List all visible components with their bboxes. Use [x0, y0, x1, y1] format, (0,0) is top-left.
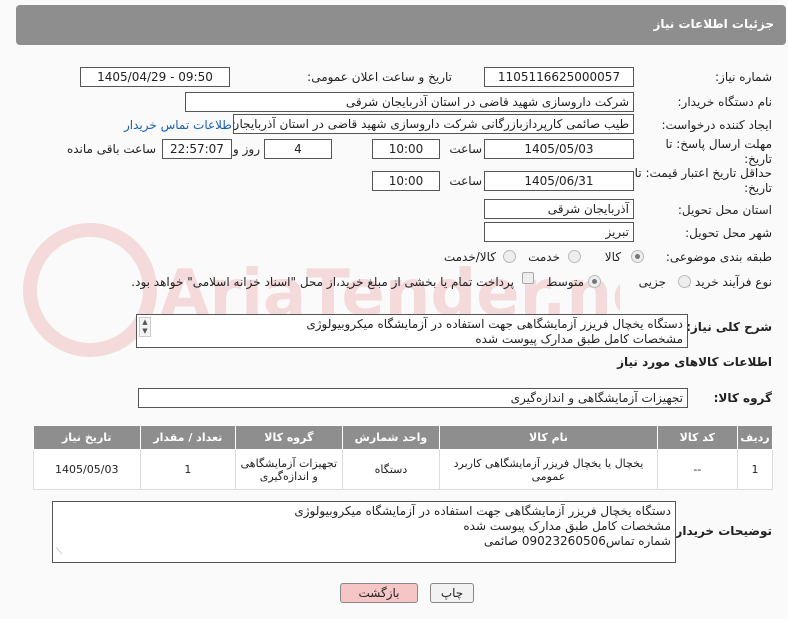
category-both-radio[interactable] — [503, 250, 516, 263]
goods-section-title: اطلاعات کالاهای مورد نیاز — [617, 355, 772, 369]
page-title: جزئیات اطلاعات نیاز — [653, 17, 774, 31]
col-code: کد کالا — [656, 425, 739, 450]
cell-group: تجهیزات آزمایشگاهی و اندازه‌گیری — [235, 449, 343, 490]
category-service-radio[interactable] — [568, 250, 581, 263]
goods-group-label: گروه کالا: — [713, 391, 772, 405]
table-row: 1 -- یخچال یا یخچال فریزر آزمایشگاهی کار… — [33, 449, 773, 490]
days-field: 4 — [264, 139, 332, 159]
buyer-notes-line-3: شماره تماس09023260506 صائمی — [483, 534, 671, 548]
back-button[interactable]: بازگشت — [340, 583, 418, 603]
resize-grip-icon[interactable]: ⟋ — [56, 545, 62, 560]
need-number-label: شماره نیاز: — [715, 70, 772, 84]
page-header: جزئیات اطلاعات نیاز — [16, 5, 786, 45]
goods-table: ردیف کد کالا نام کالا واحد شمارش گروه کا… — [33, 425, 773, 490]
category-goods-radio[interactable] — [631, 250, 644, 263]
category-label: طبقه بندی موضوعی: — [665, 250, 772, 264]
days-label: روز و — [233, 142, 260, 156]
creator-label: ایجاد کننده درخواست: — [661, 118, 772, 132]
buyer-org-label: نام دستگاه خریدار: — [677, 95, 773, 109]
process-minor-radio[interactable] — [678, 275, 691, 288]
process-medium-label: متوسط — [546, 275, 584, 289]
general-desc-label: شرح کلی نیاز: — [686, 320, 772, 334]
category-goods-label: کالا — [604, 250, 621, 264]
general-desc-textarea[interactable]: دستگاه یخچال فریزر آزمایشگاهی جهت استفاد… — [136, 314, 688, 348]
col-row: ردیف — [737, 425, 773, 450]
deadline-time-field: 10:00 — [372, 139, 440, 159]
announce-field: 1405/04/29 - 09:50 — [80, 67, 230, 87]
validity-time-label: ساعت — [449, 174, 482, 188]
creator-field: طیب صائمی کارپردازبازرگانی شرکت داروسازی… — [233, 114, 634, 134]
process-minor-label: جزیی — [638, 275, 666, 289]
cell-qty: 1 — [139, 449, 237, 490]
print-button[interactable]: چاپ — [430, 583, 474, 603]
category-service-label: خدمت — [528, 250, 560, 264]
cell-date: 1405/05/03 — [33, 449, 141, 490]
need-number-field: 1105116625000057 — [484, 67, 634, 87]
deadline-time-label: ساعت — [449, 142, 482, 156]
buyer-notes-line-2: مشخصات کامل طبق مدارک پیوست شده — [463, 519, 671, 533]
col-name: نام کالا — [439, 425, 658, 450]
table-header-row: ردیف کد کالا نام کالا واحد شمارش گروه کا… — [33, 425, 773, 450]
validity-time-field: 10:00 — [372, 171, 440, 191]
general-desc-line-2: مشخصات کامل طبق مدارک پیوست شده — [475, 332, 683, 346]
cell-unit: دستگاه — [341, 449, 441, 490]
process-label: نوع فرآیند خرید : — [687, 275, 772, 289]
validity-label: حداقل تاریخ اعتبار قیمت: تا تاریخ: — [634, 166, 772, 195]
validity-date-field: 1405/06/31 — [484, 171, 634, 191]
buyer-org-field: شرکت داروسازی شهید قاضی در استان آذربایج… — [185, 92, 634, 112]
announce-label: تاریخ و ساعت اعلان عمومی: — [307, 70, 452, 84]
process-medium-radio[interactable] — [588, 275, 601, 288]
buyer-notes-textarea[interactable]: دستگاه یخچال فریزر آزمایشگاهی جهت استفاد… — [52, 501, 676, 563]
scroll-spinner[interactable]: ▲ ▼ — [139, 317, 151, 337]
general-desc-line-1: دستگاه یخچال فریزر آزمایشگاهی جهت استفاد… — [306, 317, 683, 331]
deadline-date-field: 1405/05/03 — [484, 139, 634, 159]
treasury-payment-note: پرداخت تمام یا بخشی از مبلغ خرید،از محل … — [131, 275, 514, 289]
deadline-label: مهلت ارسال پاسخ: تا تاریخ: — [665, 137, 772, 166]
cell-name: یخچال یا یخچال فریزر آزمایشگاهی کاربرد ع… — [439, 449, 658, 490]
city-field: تبریز — [484, 222, 634, 242]
city-label: شهر محل تحویل: — [685, 226, 772, 240]
col-unit: واحد شمارش — [341, 425, 441, 450]
remaining-label: ساعت باقی مانده — [66, 142, 156, 156]
cell-code: -- — [656, 449, 739, 490]
col-group: گروه کالا — [235, 425, 343, 450]
buyer-notes-label: توضیحات خریدار: — [670, 524, 772, 538]
contact-info-link[interactable]: اطلاعات تماس خریدار — [124, 118, 235, 132]
col-date: تاریخ نیاز — [33, 425, 141, 450]
cell-row: 1 — [737, 449, 773, 490]
page-panel: جزئیات اطلاعات نیاز AriaTender.neT شماره… — [0, 0, 788, 619]
province-label: استان محل تحویل: — [677, 203, 772, 217]
goods-group-field: تجهیزات آزمایشگاهی و اندازه‌گیری — [138, 388, 688, 408]
watermark-logo: AriaTender.neT — [23, 223, 620, 357]
remaining-time-field: 22:57:07 — [162, 139, 232, 159]
category-both-label: کالا/خدمت — [443, 250, 496, 264]
col-qty: تعداد / مقدار — [139, 425, 237, 450]
province-field: آذربایجان شرقی — [484, 199, 634, 219]
buyer-notes-line-1: دستگاه یخچال فریزر آزمایشگاهی جهت استفاد… — [294, 504, 671, 518]
treasury-payment-checkbox[interactable] — [522, 272, 534, 284]
